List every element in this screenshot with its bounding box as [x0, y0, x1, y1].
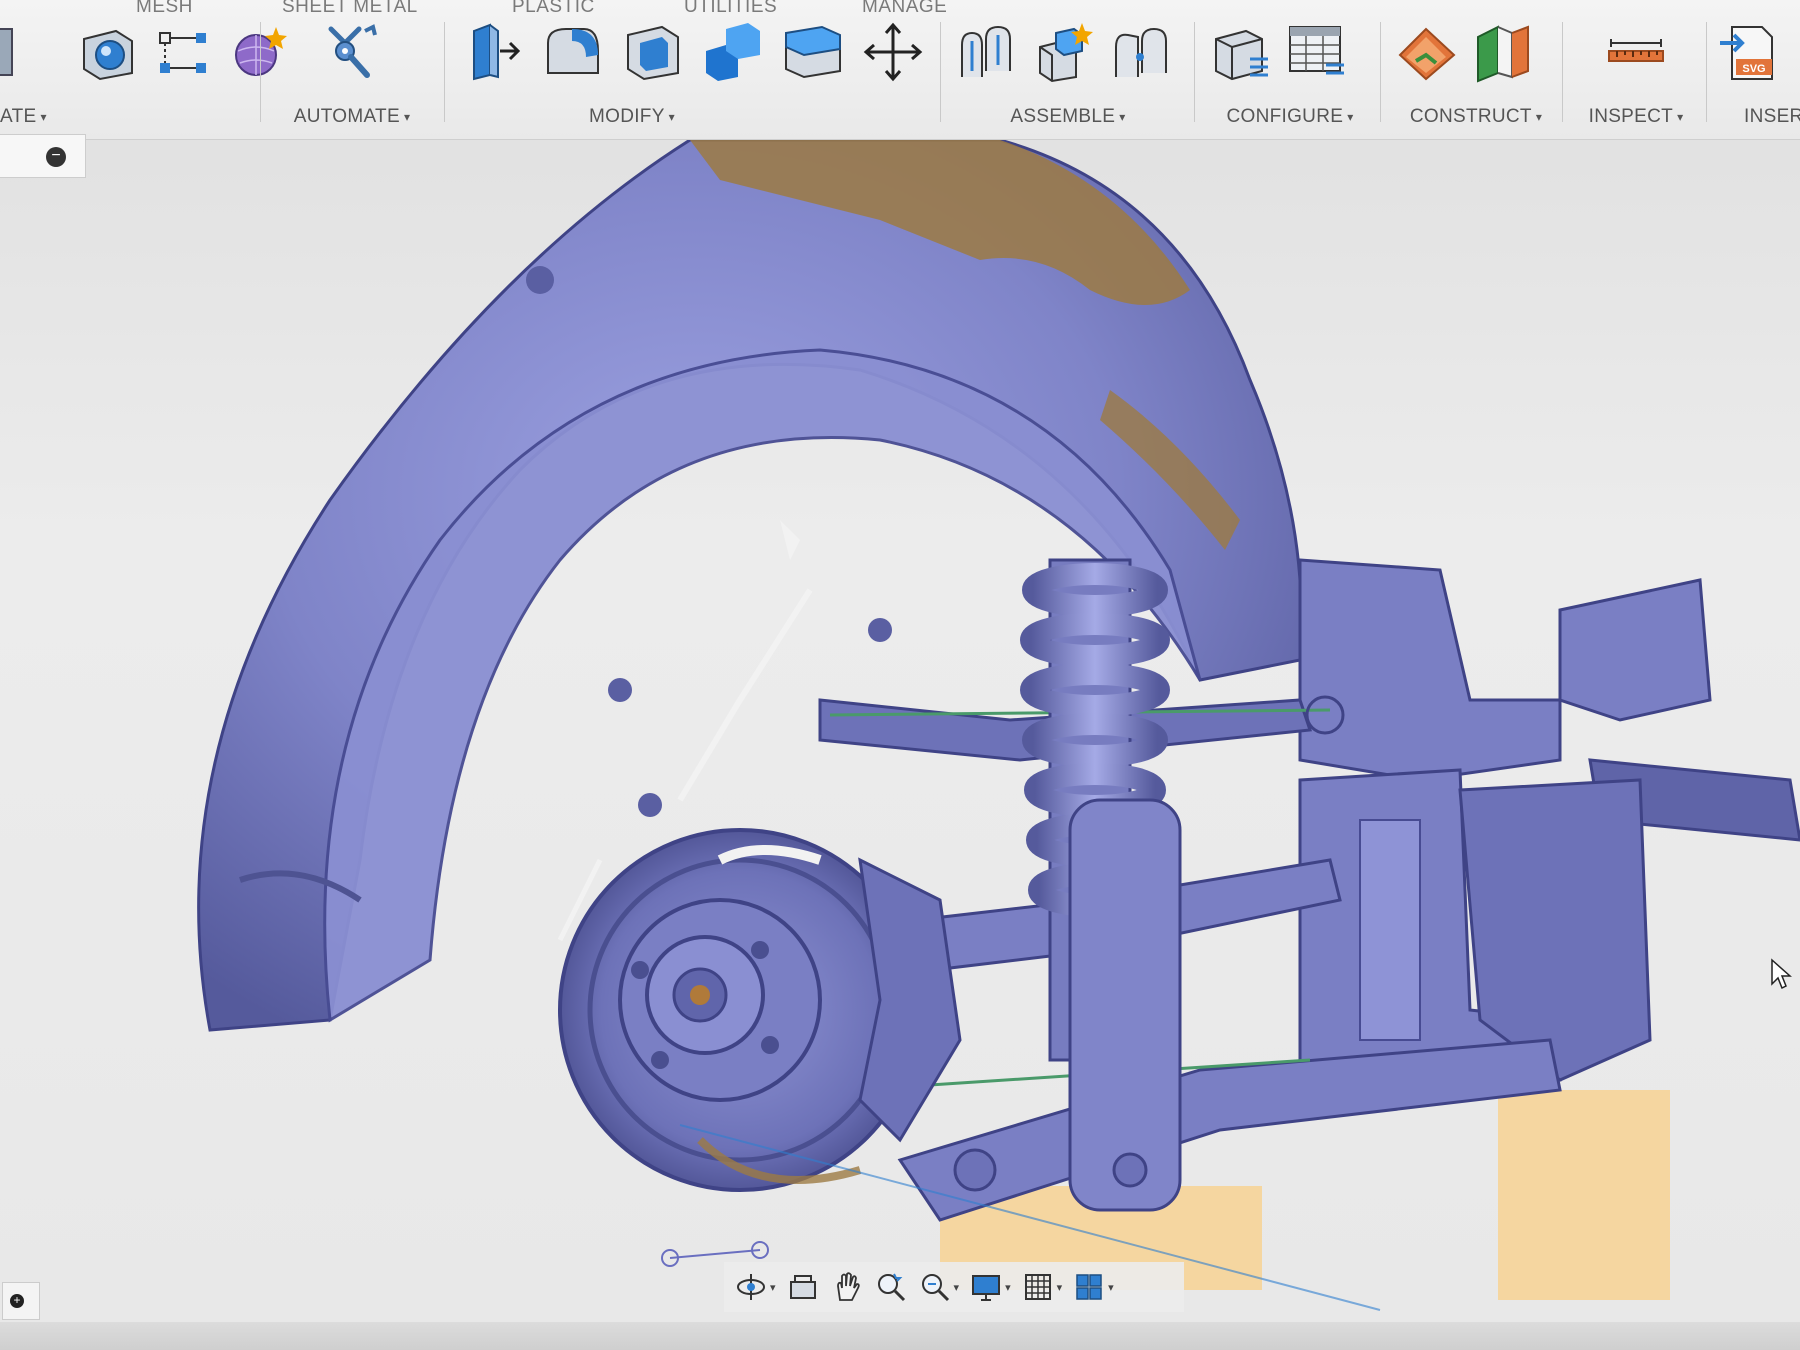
brake-disc-hub[interactable]: [558, 828, 962, 1192]
viewports-button[interactable]: ▾: [1072, 1270, 1114, 1304]
zoom-button[interactable]: [874, 1270, 908, 1304]
inspect-caret-icon[interactable]: ▾: [1677, 110, 1683, 124]
scanned-mesh-model[interactable]: [0, 140, 1800, 1350]
create-group: ATE ▾: [0, 16, 287, 136]
mouse-cursor-icon: [1771, 958, 1792, 990]
divider: [1194, 22, 1195, 122]
divider: [1380, 22, 1381, 122]
create-form-icon[interactable]: [0, 21, 62, 83]
combine-icon[interactable]: [702, 21, 764, 83]
insert-group-label[interactable]: INSER: [1744, 106, 1800, 127]
chassis-frame[interactable]: [1298, 558, 1800, 1102]
configure-group-label[interactable]: CONFIGURE: [1226, 106, 1343, 127]
fillet-icon[interactable]: [542, 21, 604, 83]
grid-caret-icon[interactable]: ▾: [1057, 1281, 1063, 1294]
configure-group: CONFIGURE ▾: [1210, 16, 1370, 136]
inspect-group: INSPECT ▾: [1576, 16, 1696, 136]
divider: [1562, 22, 1563, 122]
os-taskbar: [0, 1322, 1800, 1350]
press-pull-icon[interactable]: [462, 21, 524, 83]
viewports-caret-icon[interactable]: ▾: [1108, 1281, 1114, 1294]
zoom-icon: [877, 1273, 905, 1302]
timeline-toggle-button[interactable]: +: [2, 1282, 40, 1320]
ribbon-toolbar: MESH SHEET METAL PLASTIC UTILITIES MANAG…: [0, 0, 1800, 140]
automate-icon[interactable]: [321, 21, 383, 83]
orbit-button[interactable]: ▾: [734, 1270, 776, 1304]
orbit-caret-icon[interactable]: ▾: [770, 1281, 776, 1294]
look-at-button[interactable]: [786, 1270, 820, 1304]
box-sphere-icon[interactable]: [76, 21, 138, 83]
create-group-label[interactable]: ATE: [0, 106, 36, 127]
grid-icon: [1024, 1274, 1051, 1300]
configure-model-icon[interactable]: [1210, 21, 1272, 83]
construct-caret-icon[interactable]: ▾: [1536, 110, 1542, 124]
look-at-icon: [789, 1275, 816, 1299]
plus-icon: +: [10, 1294, 24, 1308]
svg-badge-text: SVG: [1742, 63, 1765, 75]
assemble-caret-icon[interactable]: ▾: [1119, 110, 1125, 124]
replace-face-icon[interactable]: [782, 21, 844, 83]
navigation-bar: ▾ ▾ ▾ ▾ ▾: [724, 1262, 1184, 1312]
modify-group-label[interactable]: MODIFY: [589, 106, 665, 127]
configuration-table-icon[interactable]: [1286, 21, 1348, 83]
assemble-group: ASSEMBLE ▾: [958, 16, 1178, 136]
as-built-joint-icon[interactable]: [1110, 21, 1172, 83]
joint-icon[interactable]: [1034, 21, 1096, 83]
divider: [940, 22, 941, 122]
pan-button[interactable]: [830, 1270, 864, 1304]
viewports-icon: [1076, 1274, 1102, 1300]
canvas-viewport[interactable]: [0, 140, 1800, 1350]
shell-icon[interactable]: [622, 21, 684, 83]
monitor-icon: [972, 1275, 1001, 1301]
construct-group: CONSTRUCT ▾: [1396, 16, 1556, 136]
inspect-group-label[interactable]: INSPECT: [1589, 106, 1673, 127]
offset-plane-icon[interactable]: [1396, 21, 1458, 83]
orbit-icon: [737, 1274, 765, 1300]
display-settings-button[interactable]: ▾: [969, 1270, 1011, 1304]
move-copy-icon[interactable]: [862, 21, 924, 83]
configure-caret-icon[interactable]: ▾: [1347, 110, 1353, 124]
display-caret-icon[interactable]: ▾: [1005, 1281, 1011, 1294]
assemble-group-label[interactable]: ASSEMBLE: [1010, 106, 1115, 127]
fit-button[interactable]: ▾: [918, 1270, 960, 1304]
fit-zoom-icon: [921, 1274, 949, 1302]
pan-hand-icon: [836, 1272, 860, 1301]
plane-at-angle-icon[interactable]: [1472, 21, 1534, 83]
divider: [260, 22, 261, 122]
new-component-icon[interactable]: [958, 21, 1020, 83]
measure-icon[interactable]: [1605, 21, 1667, 83]
sketch-points-icon[interactable]: [152, 21, 214, 83]
modify-caret-icon[interactable]: ▾: [669, 110, 675, 124]
construct-group-label[interactable]: CONSTRUCT: [1410, 106, 1532, 127]
insert-group: SVG INSER: [1718, 16, 1800, 136]
fit-caret-icon[interactable]: ▾: [954, 1281, 960, 1294]
insert-svg-icon[interactable]: SVG: [1718, 21, 1780, 83]
modify-group: MODIFY ▾: [462, 16, 924, 136]
create-caret-icon[interactable]: ▾: [40, 110, 46, 124]
grid-snaps-button[interactable]: ▾: [1021, 1270, 1063, 1304]
divider: [1706, 22, 1707, 122]
